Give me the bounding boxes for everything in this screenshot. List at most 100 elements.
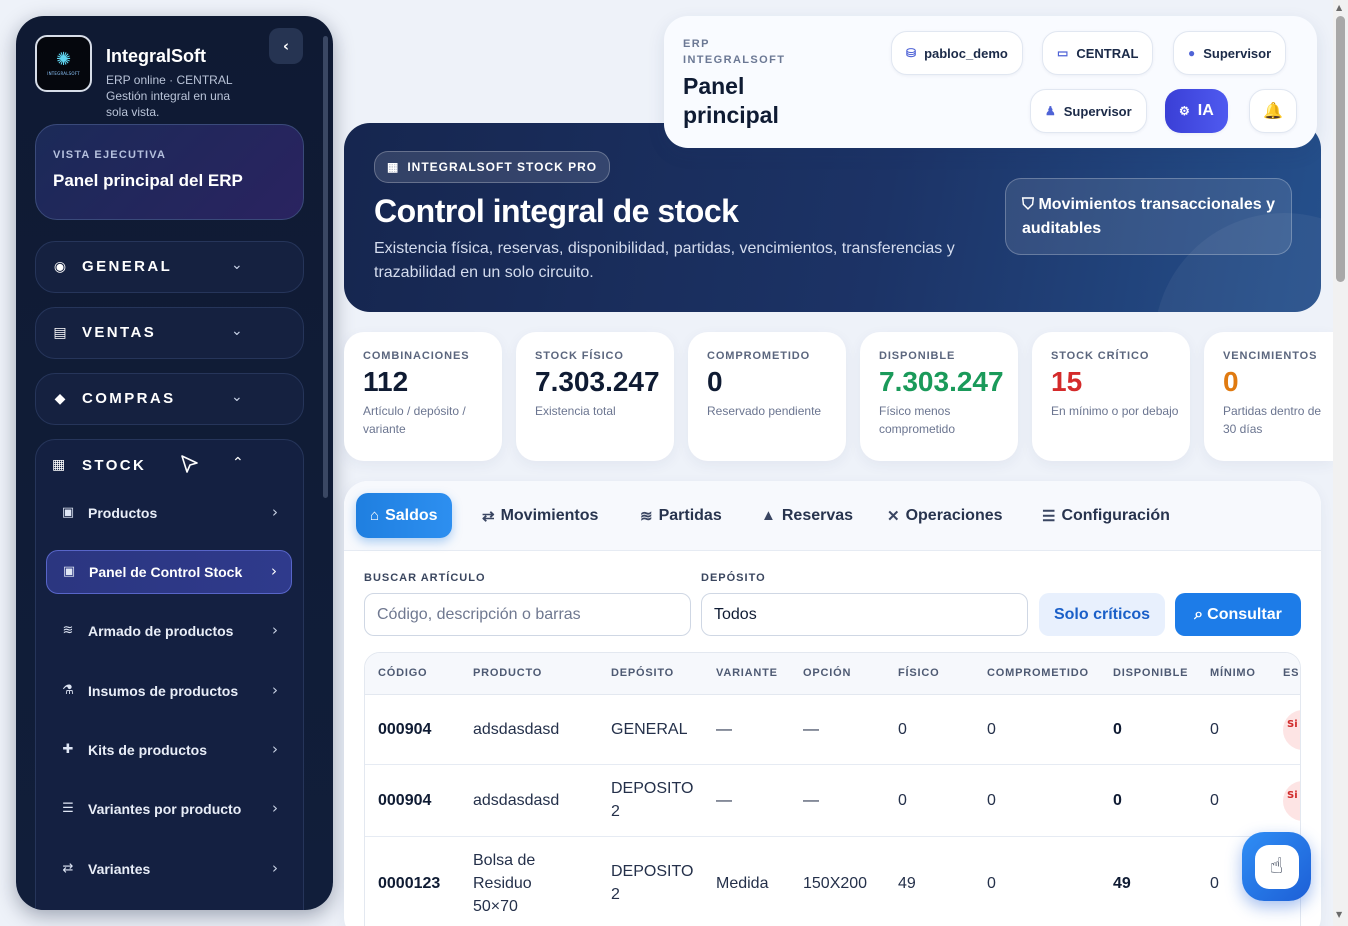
sidebar-item-panel-control-stock[interactable]: ▣ Panel de Control Stock › bbox=[46, 550, 292, 594]
exec-view-card[interactable]: VISTA EJECUTIVA Panel principal del ERP bbox=[35, 124, 304, 220]
branch-label: CENTRAL bbox=[1076, 45, 1139, 61]
sidebar-item-label: Kits de productos bbox=[88, 742, 208, 758]
robot-icon: ⚙ bbox=[1179, 104, 1190, 118]
collapse-sidebar-button[interactable]: ‹ bbox=[269, 28, 303, 64]
column-header[interactable]: OPCIÓN bbox=[803, 667, 851, 679]
kpi-card-disponible: DISPONIBLE 7.303.247 Físico menos compro… bbox=[860, 332, 1018, 461]
column-header[interactable]: PRODUCTO bbox=[473, 667, 542, 679]
deposit-select[interactable]: Todos bbox=[701, 593, 1028, 636]
column-header[interactable]: ES bbox=[1283, 667, 1299, 679]
kpi-label: COMPROMETIDO bbox=[707, 350, 811, 362]
chevron-right-icon: › bbox=[271, 562, 277, 580]
column-header[interactable]: DISPONIBLE bbox=[1113, 667, 1188, 679]
kpi-value: 7.303.247 bbox=[535, 366, 660, 397]
kpi-value: 112 bbox=[363, 366, 409, 397]
shield-icon: ⛉ bbox=[1022, 196, 1039, 213]
cell-comprometido: 0 bbox=[987, 792, 996, 809]
query-button[interactable]: ⌕ Consultar bbox=[1175, 593, 1301, 636]
kpi-label: STOCK FÍSICO bbox=[535, 350, 624, 362]
sidebar-item-armado[interactable]: ≋ Armado de productos › bbox=[46, 610, 292, 654]
brand-subtitle: ERP online · CENTRAL Gestión integral en… bbox=[106, 73, 233, 119]
column-header[interactable]: MÍNIMO bbox=[1210, 667, 1256, 679]
sidebar-scrollbar[interactable] bbox=[323, 36, 328, 498]
tab-reservas[interactable]: ▲ Reservas bbox=[761, 493, 853, 538]
sidebar-item-variantes[interactable]: ⇄ Variantes › bbox=[46, 848, 292, 892]
kpi-description: Partidas dentro de 30 días bbox=[1223, 404, 1322, 436]
kpi-card-vencimientos: VENCIMIENTOS 0 Partidas dentro de 30 día… bbox=[1204, 332, 1333, 461]
table-row[interactable]: 000904 adsdasdasd DEPOSITO 2 — — 0 0 0 0… bbox=[365, 765, 1300, 837]
stock-section-label: STOCK bbox=[82, 457, 147, 474]
chevron-up-icon: ⌃ bbox=[232, 455, 244, 471]
database-icon: ⛁ bbox=[906, 46, 917, 60]
user-pill[interactable]: ♟ Supervisor bbox=[1030, 89, 1147, 133]
cell-opcion: 150X200 bbox=[803, 875, 868, 892]
column-header[interactable]: FÍSICO bbox=[898, 667, 939, 679]
kpi-label: COMBINACIONES bbox=[363, 350, 470, 362]
nav-section-general[interactable]: ◉ GENERAL ⌄ bbox=[35, 241, 304, 293]
deposit-select-value: Todos bbox=[714, 605, 757, 623]
nav-section-compras[interactable]: ◆ COMPRAS ⌄ bbox=[35, 373, 304, 425]
kpi-description: En mínimo o por debajo bbox=[1051, 404, 1179, 418]
tab-label: Configuración bbox=[1061, 506, 1170, 524]
column-header[interactable]: COMPROMETIDO bbox=[987, 667, 1089, 679]
stock-section-header[interactable]: ▦ STOCK ⌃ bbox=[36, 440, 305, 492]
puzzle-icon: ✚ bbox=[62, 742, 74, 757]
scrollbar-thumb[interactable] bbox=[1336, 16, 1345, 282]
scroll-up-icon[interactable]: ▲ bbox=[1336, 3, 1342, 12]
sidebar-item-variantes-producto[interactable]: ☰ Variantes por producto › bbox=[46, 788, 292, 832]
chevron-down-icon: ⌄ bbox=[231, 323, 243, 339]
critical-only-button[interactable]: Solo críticos bbox=[1039, 593, 1165, 636]
column-header[interactable]: CÓDIGO bbox=[378, 667, 427, 679]
notifications-button[interactable]: 🔔 bbox=[1249, 89, 1297, 133]
cell-deposito: DEPOSITO 2 bbox=[611, 780, 694, 820]
scroll-down-icon[interactable]: ▼ bbox=[1336, 910, 1342, 919]
nav-section-stock: ▦ STOCK ⌃ ▣ Productos › ▣ Panel de Contr… bbox=[35, 439, 304, 910]
tab-configuracion[interactable]: ☰ Configuración bbox=[1042, 493, 1170, 538]
kpi-value: 0 bbox=[707, 366, 723, 397]
page-title: Panel principal bbox=[683, 73, 779, 128]
chevron-right-icon: › bbox=[272, 621, 278, 639]
exec-title: Panel principal del ERP bbox=[53, 171, 243, 190]
arrows-icon: ⇄ bbox=[482, 507, 495, 525]
role-pill[interactable]: ● Supervisor bbox=[1173, 31, 1287, 75]
assistant-fab-button[interactable]: ☝ bbox=[1242, 832, 1311, 901]
ai-button[interactable]: ⚙ IA bbox=[1165, 89, 1228, 133]
table-row[interactable]: 0000123 Bolsa de Residuo 50×70 DEPOSITO … bbox=[365, 837, 1300, 926]
nav-section-ventas[interactable]: ▤ VENTAS ⌄ bbox=[35, 307, 304, 359]
tab-movimientos[interactable]: ⇄ Movimientos bbox=[482, 493, 598, 538]
database-pill[interactable]: ⛁ pabloc_demo bbox=[891, 31, 1023, 75]
page-scrollbar[interactable]: ▲ ▼ bbox=[1333, 0, 1348, 926]
cell-variante: Medida bbox=[716, 875, 769, 892]
column-header[interactable]: VARIANTE bbox=[716, 667, 778, 679]
tab-partidas[interactable]: ≋ Partidas bbox=[640, 493, 722, 538]
sidebar-item-kits[interactable]: ✚ Kits de productos › bbox=[46, 729, 292, 773]
tab-saldos[interactable]: ⌂ Saldos bbox=[356, 493, 452, 538]
cell-disponible: 49 bbox=[1113, 875, 1131, 892]
branch-pill[interactable]: ▭ CENTRAL bbox=[1042, 31, 1154, 75]
chevron-down-icon: ⌄ bbox=[231, 257, 243, 273]
sidebar-item-productos[interactable]: ▣ Productos › bbox=[46, 492, 292, 536]
store-icon: ▭ bbox=[1057, 46, 1069, 60]
search-icon: ⌕ bbox=[1194, 605, 1204, 623]
sidebar-item-label: Armado de productos bbox=[88, 623, 234, 639]
bag-icon: ◆ bbox=[54, 391, 66, 407]
hero-badge-label: INTEGRALSOFT STOCK PRO bbox=[407, 160, 598, 174]
brand-title: IntegralSoft bbox=[106, 46, 207, 66]
nav-section-label: VENTAS bbox=[82, 324, 157, 341]
user-icon: ♟ bbox=[1045, 104, 1056, 118]
chevron-right-icon: › bbox=[272, 740, 278, 758]
kpi-card-stock-fisico: STOCK FÍSICO 7.303.247 Existencia total bbox=[516, 332, 674, 461]
sidebar-item-insumos[interactable]: ⚗ Insumos de productos › bbox=[46, 670, 292, 714]
table-row[interactable]: 000904 adsdasdasd GENERAL — — 0 0 0 0 Si… bbox=[365, 695, 1300, 765]
cell-fisico: 49 bbox=[898, 875, 916, 892]
column-header[interactable]: DEPÓSITO bbox=[611, 667, 674, 679]
nav-section-label: COMPRAS bbox=[82, 390, 176, 407]
role-label: Supervisor bbox=[1203, 45, 1272, 61]
sidebar: ✺ INTEGRALSOFT IntegralSoft ERP online ·… bbox=[16, 16, 333, 910]
chevron-right-icon: › bbox=[272, 681, 278, 699]
stock-table: CÓDIGO PRODUCTO DEPÓSITO VARIANTE OPCIÓN… bbox=[364, 652, 1301, 926]
search-input[interactable] bbox=[364, 593, 691, 636]
status-badge: Si di bbox=[1283, 781, 1300, 821]
tab-operaciones[interactable]: ✕ Operaciones bbox=[887, 493, 1003, 538]
deposit-label: DEPÓSITO bbox=[701, 572, 766, 584]
